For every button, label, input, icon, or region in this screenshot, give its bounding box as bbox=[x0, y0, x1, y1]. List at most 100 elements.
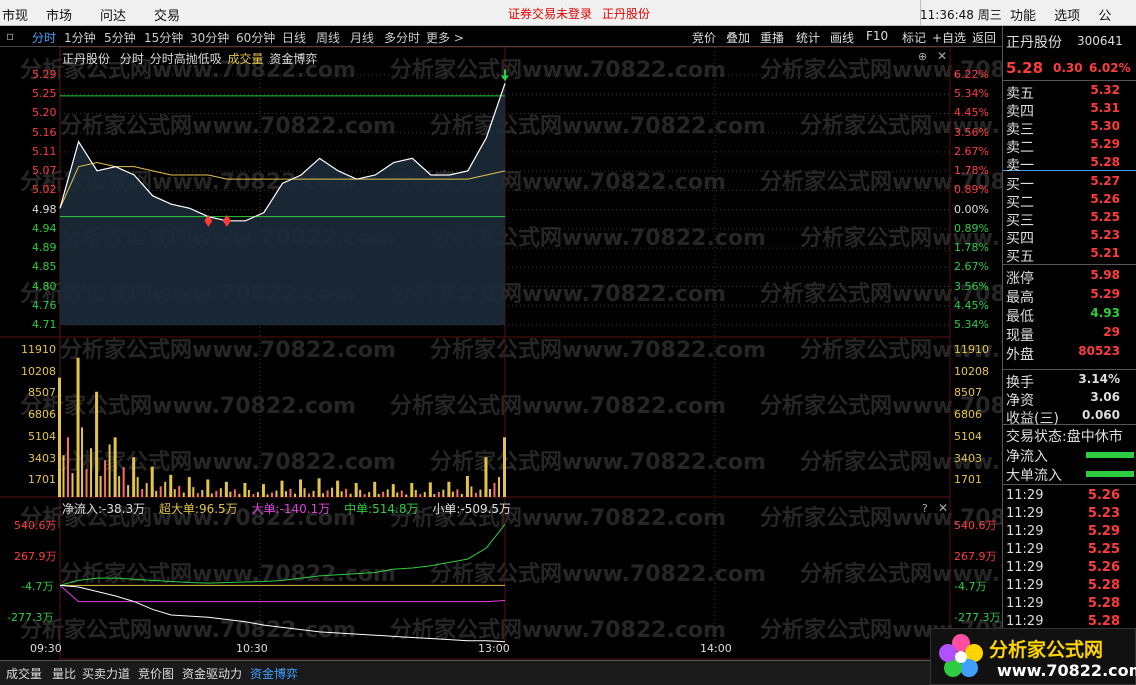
volume-bar bbox=[465, 475, 469, 497]
chart-close-icon[interactable]: ✕ bbox=[937, 49, 947, 63]
volume-bar bbox=[90, 448, 93, 497]
ask-row-3[interactable]: 卖三 5.30 bbox=[1006, 119, 1134, 138]
btn-mark[interactable]: 标记 bbox=[902, 29, 926, 46]
bid-label: 买五 bbox=[1006, 249, 1034, 265]
price-tick-right: 6.22% bbox=[954, 68, 989, 81]
flow-row: 大单流入 bbox=[1006, 465, 1134, 484]
stat-label: 外盘 bbox=[1006, 347, 1034, 363]
volume-bar bbox=[386, 489, 389, 497]
btn-back[interactable]: 返回 bbox=[972, 29, 996, 46]
tab-day[interactable]: 日线 bbox=[282, 29, 306, 46]
ask-row-5[interactable]: 卖五 5.32 bbox=[1006, 83, 1134, 102]
bid-row-5[interactable]: 买五 5.21 bbox=[1006, 246, 1134, 265]
bid-row-1[interactable]: 买一 5.27 bbox=[1006, 174, 1134, 193]
menu-item-trade[interactable]: 交易 bbox=[154, 5, 180, 24]
menu-options[interactable]: 选项 bbox=[1054, 9, 1080, 24]
stat-row: 外盘 80523 bbox=[1006, 344, 1134, 363]
price-tick-right: 2.67% bbox=[954, 144, 989, 158]
ask-price: 5.31 bbox=[1090, 101, 1120, 115]
btn-auction[interactable]: 竞价 bbox=[692, 29, 716, 46]
volume-bar bbox=[377, 493, 380, 497]
price-tick-right: 3.56% bbox=[954, 125, 989, 139]
bid-price: 5.27 bbox=[1090, 174, 1120, 188]
menu-function[interactable]: 功能 bbox=[1010, 9, 1036, 24]
stat2-row: 收益(三) 0.060 bbox=[1006, 408, 1134, 427]
ask-row-1[interactable]: 卖一 5.28 bbox=[1006, 155, 1134, 174]
bid-row-3[interactable]: 买三 5.25 bbox=[1006, 210, 1134, 229]
tab-auction-chart[interactable]: 竞价图 bbox=[138, 665, 174, 682]
watermark-text: 分析家公式网www.70822.com bbox=[60, 337, 396, 363]
stat-row: 涨停 5.98 bbox=[1006, 268, 1134, 287]
stock-link[interactable]: 正丹股份 bbox=[602, 5, 650, 22]
tab-multi-intraday[interactable]: 多分时 bbox=[384, 29, 420, 46]
chart-settings-icon[interactable]: ⊕ bbox=[918, 50, 927, 63]
menu-item-market[interactable]: 市场 bbox=[46, 5, 72, 24]
menu-item-wenda[interactable]: 问达 bbox=[100, 5, 126, 24]
tick-price: 5.28 bbox=[1087, 596, 1120, 611]
tab-more[interactable]: 更多 > bbox=[426, 29, 464, 46]
volume-bar bbox=[58, 377, 61, 497]
tick-row: 11:29 5.28 bbox=[1006, 596, 1134, 614]
panel-toggle-icon[interactable]: ▫ bbox=[6, 29, 14, 43]
ask-row-4[interactable]: 卖四 5.31 bbox=[1006, 101, 1134, 120]
intraday-chart[interactable]: 分析家公式网www.70822.com 分析家公式网www.70822.com 分析… bbox=[0, 47, 1002, 660]
volume-bar bbox=[136, 477, 139, 497]
tab-15min[interactable]: 15分钟 bbox=[144, 29, 183, 46]
stat-value: 4.93 bbox=[1090, 306, 1120, 320]
ask-row-2[interactable]: 卖二 5.29 bbox=[1006, 137, 1134, 156]
btn-draw[interactable]: 画线 bbox=[830, 29, 854, 46]
chart-capital-label[interactable]: 资金博弈 bbox=[269, 52, 317, 66]
period-tab-bar: ▫ 分时 1分钟 5分钟 15分钟 30分钟 60分钟 日线 周线 月线 多分时… bbox=[0, 26, 1002, 47]
tab-buy-sell-force[interactable]: 买卖力道 bbox=[82, 665, 130, 682]
volume-bar bbox=[414, 489, 417, 497]
volume-bar bbox=[81, 427, 84, 497]
login-warning[interactable]: 证券交易未登录 bbox=[508, 5, 592, 22]
btn-add-watch[interactable]: +自选 bbox=[932, 29, 966, 46]
volume-bar bbox=[410, 482, 414, 497]
tick-time: 11:29 bbox=[1006, 524, 1044, 539]
tab-1min[interactable]: 1分钟 bbox=[64, 29, 96, 46]
volume-bar bbox=[173, 489, 176, 497]
chart-volume-label[interactable]: 成交量 bbox=[228, 52, 264, 66]
volume-bar bbox=[76, 357, 80, 497]
ask-price: 5.28 bbox=[1090, 155, 1120, 169]
tick-row: 11:29 5.29 bbox=[1006, 524, 1134, 542]
volume-bar bbox=[354, 482, 358, 497]
volume-bar bbox=[155, 490, 158, 497]
capital-tick-left: -277.3万 bbox=[7, 610, 54, 624]
flow-row: 净流入 bbox=[1006, 446, 1134, 465]
stat-row: 最高 5.29 bbox=[1006, 287, 1134, 306]
tab-volume-ratio[interactable]: 量比 bbox=[52, 665, 76, 682]
btn-replay[interactable]: 重播 bbox=[760, 29, 784, 46]
capital-close-icon[interactable]: ✕ bbox=[938, 501, 948, 515]
tab-30min[interactable]: 30分钟 bbox=[190, 29, 229, 46]
logo-text: 分析家公式网 bbox=[989, 639, 1104, 661]
tab-volume[interactable]: 成交量 bbox=[6, 665, 42, 682]
tab-capital-game[interactable]: 资金博弈 bbox=[250, 665, 298, 682]
capital-help-icon[interactable]: ? bbox=[922, 502, 928, 515]
quote-divider-1 bbox=[1003, 80, 1136, 81]
tab-month[interactable]: 月线 bbox=[350, 29, 374, 46]
btn-stats[interactable]: 统计 bbox=[796, 29, 820, 46]
btn-overlay[interactable]: 叠加 bbox=[726, 29, 750, 46]
btn-f10[interactable]: F10 bbox=[866, 29, 888, 43]
tab-5min[interactable]: 5分钟 bbox=[104, 29, 136, 46]
menu-item-xianxian[interactable]: 市现 bbox=[2, 5, 28, 24]
tab-60min[interactable]: 60分钟 bbox=[236, 29, 275, 46]
bid-row-2[interactable]: 买二 5.26 bbox=[1006, 192, 1134, 211]
volume-bar bbox=[317, 478, 321, 497]
capital-large: 大单:-140.1万 bbox=[251, 502, 331, 516]
watermark-text: 分析家公式网www.70822.com bbox=[430, 561, 766, 587]
bid-row-4[interactable]: 买四 5.23 bbox=[1006, 228, 1134, 247]
volume-bar bbox=[122, 467, 125, 497]
tab-intraday[interactable]: 分时 bbox=[32, 29, 56, 46]
volume-bar bbox=[470, 486, 473, 497]
watermark-text: 分析家公式网www.70822.com bbox=[430, 113, 766, 139]
chart-indicator[interactable]: 分时高抛低吸 bbox=[150, 52, 222, 66]
price-tick-left: 5.16 bbox=[32, 125, 57, 139]
tab-capital-drive[interactable]: 资金驱动力 bbox=[182, 665, 242, 682]
price-tick-right: 4.45% bbox=[954, 298, 989, 312]
tab-week[interactable]: 周线 bbox=[316, 29, 340, 46]
price-tick-left: 5.11 bbox=[32, 144, 57, 158]
volume-bar bbox=[303, 488, 306, 497]
